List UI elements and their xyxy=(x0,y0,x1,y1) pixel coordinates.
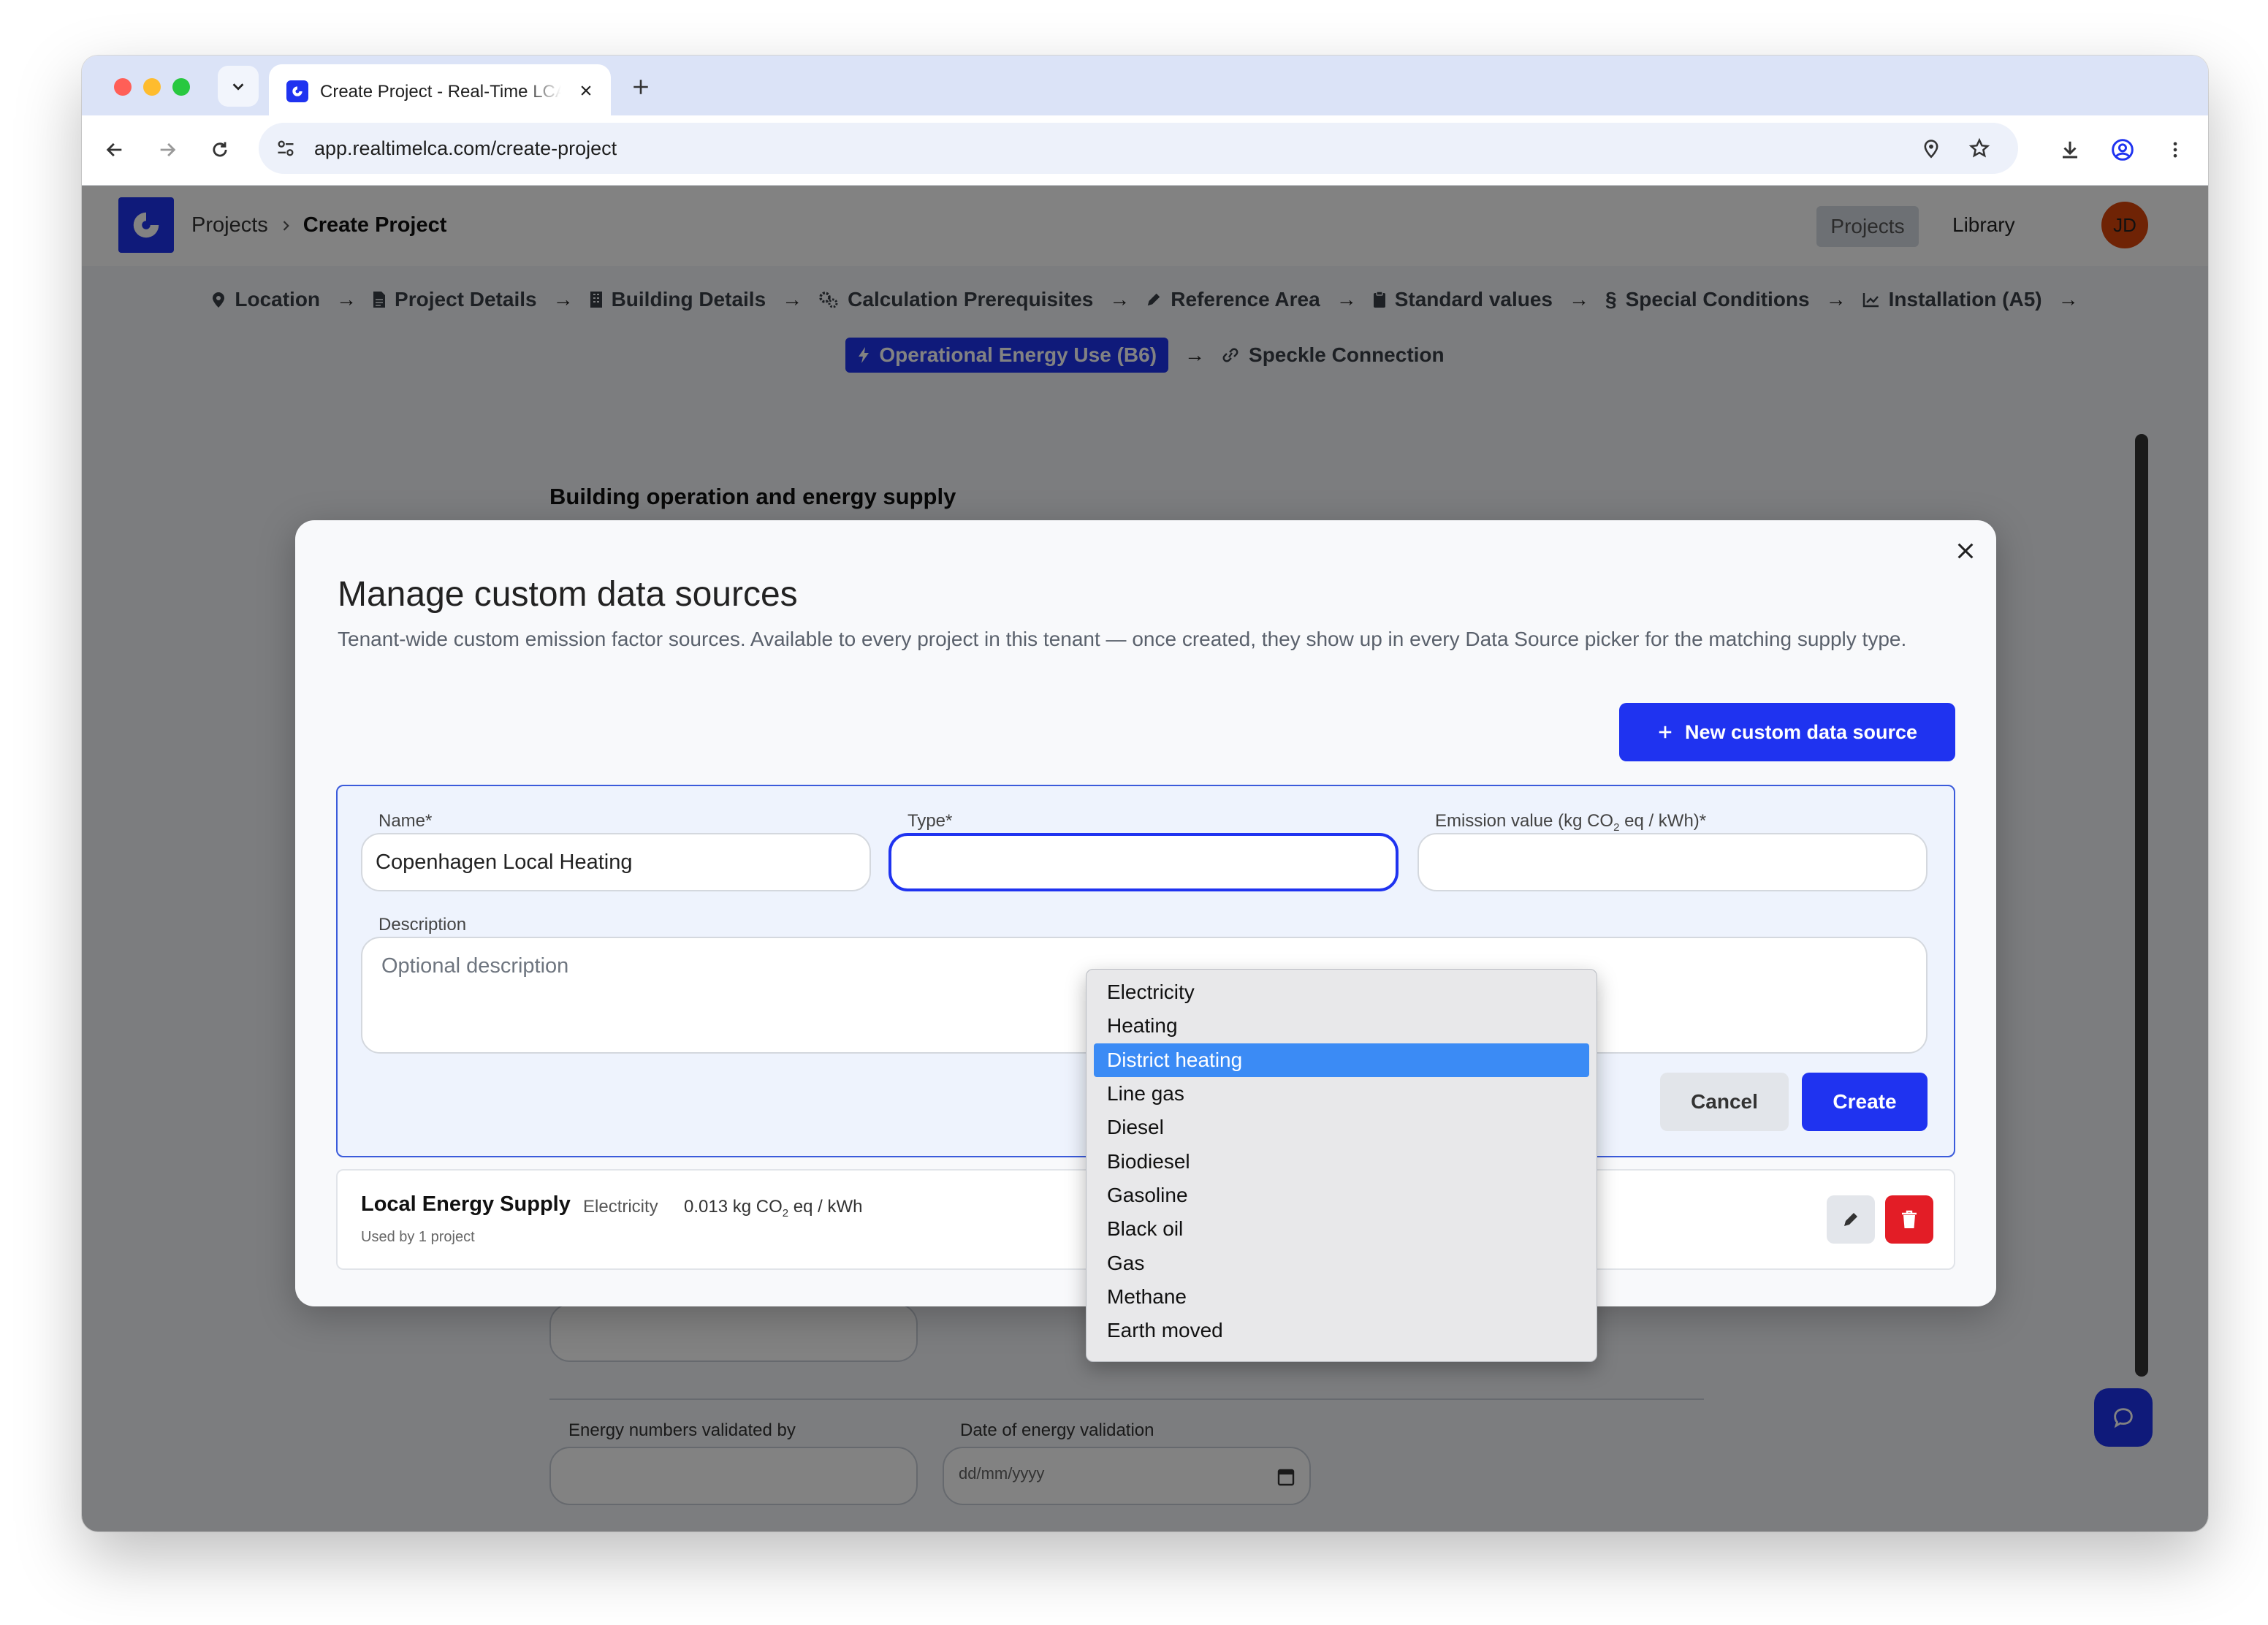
type-option[interactable]: Heating xyxy=(1094,1009,1589,1043)
emission-value-label: Emission value (kg CO2 eq / kWh)* xyxy=(1435,811,1707,834)
source-usage: Used by 1 project xyxy=(361,1229,475,1245)
chevron-down-icon xyxy=(232,83,244,91)
type-option[interactable]: Black oil xyxy=(1094,1212,1589,1246)
type-option[interactable]: Gasoline xyxy=(1094,1179,1589,1212)
browser-menu-button[interactable] xyxy=(2160,134,2191,165)
download-icon xyxy=(2063,141,2077,159)
tab-title: Create Project - Real-Time LCA xyxy=(320,82,561,102)
back-button[interactable] xyxy=(99,134,130,165)
bookmark-button[interactable] xyxy=(1964,133,1995,164)
name-label: Name* xyxy=(378,811,433,831)
browser-toolbar: app.realtimelca.com/create-project xyxy=(82,115,2208,186)
type-option[interactable]: Line gas xyxy=(1094,1077,1589,1111)
new-button-label: New custom data source xyxy=(1684,720,1918,743)
site-info-button[interactable] xyxy=(270,133,301,164)
type-option[interactable]: Gas xyxy=(1094,1246,1589,1279)
source-name: Local Energy Supply xyxy=(361,1192,571,1216)
modal-title: Manage custom data sources xyxy=(338,575,798,614)
downloads-button[interactable] xyxy=(2055,134,2085,165)
name-value: Copenhagen Local Heating xyxy=(376,850,633,874)
location-pin-icon xyxy=(1924,140,1938,159)
type-option[interactable]: Methane xyxy=(1094,1280,1589,1314)
pencil-icon xyxy=(1844,1213,1857,1226)
delete-source-button[interactable] xyxy=(1885,1195,1933,1244)
type-option-highlighted[interactable]: District heating xyxy=(1094,1043,1589,1077)
url-text: app.realtimelca.com/create-project xyxy=(314,137,617,159)
source-emission-value: 0.013 kg CO2 eq / kWh xyxy=(684,1197,863,1219)
profile-button[interactable] xyxy=(2107,134,2138,165)
type-option[interactable]: Earth moved xyxy=(1094,1314,1589,1347)
emission-value-input[interactable] xyxy=(1418,833,1928,891)
site-info-icon xyxy=(278,140,294,156)
edit-source-button[interactable] xyxy=(1827,1195,1875,1244)
type-option[interactable]: Biodiesel xyxy=(1094,1144,1589,1178)
back-icon xyxy=(106,142,122,157)
cancel-button[interactable]: Cancel xyxy=(1660,1073,1789,1131)
forward-button[interactable] xyxy=(152,134,183,165)
name-input[interactable]: Copenhagen Local Heating xyxy=(361,833,871,891)
tab-search-button[interactable] xyxy=(218,66,259,107)
manage-data-sources-modal: Manage custom data sources Tenant-wide c… xyxy=(295,520,1996,1362)
reload-button[interactable] xyxy=(205,134,235,165)
more-vert-icon xyxy=(2173,142,2177,158)
tab-strip: Create Project - Real-Time LCA xyxy=(82,56,2208,115)
type-option[interactable]: Electricity xyxy=(1094,975,1589,1009)
plus-icon xyxy=(633,80,648,94)
close-window-button[interactable] xyxy=(114,78,132,96)
type-label: Type* xyxy=(907,811,953,831)
modal-close-button[interactable] xyxy=(1949,535,1982,567)
forward-icon xyxy=(160,142,176,157)
maximize-window-button[interactable] xyxy=(172,78,190,96)
browser-window: Create Project - Real-Time LCA app.realt… xyxy=(82,56,2208,1531)
description-label: Description xyxy=(378,915,467,935)
type-option[interactable]: Diesel xyxy=(1094,1111,1589,1144)
trash-icon xyxy=(1902,1210,1917,1228)
close-icon xyxy=(581,85,591,96)
description-placeholder: Optional description xyxy=(381,954,569,978)
address-bar[interactable]: app.realtimelca.com/create-project xyxy=(259,123,2018,174)
new-tab-button[interactable] xyxy=(627,73,655,101)
app-favicon-icon xyxy=(286,80,308,102)
browser-tab-active[interactable]: Create Project - Real-Time LCA xyxy=(269,64,611,115)
type-dropdown-list: Electricity Heating District heating Lin… xyxy=(1086,969,1597,1362)
modal-description: Tenant-wide custom emission factor sourc… xyxy=(338,628,1907,650)
minimize-window-button[interactable] xyxy=(143,78,161,96)
reload-icon xyxy=(213,142,227,157)
app-page: Projects Create Project Projects Library… xyxy=(82,186,2208,1531)
location-permission-button[interactable] xyxy=(1916,133,1947,164)
create-button[interactable]: Create xyxy=(1802,1073,1928,1131)
type-select[interactable] xyxy=(888,833,1399,891)
close-icon xyxy=(1957,543,1974,559)
star-icon xyxy=(1968,137,1990,158)
tab-close-button[interactable] xyxy=(576,80,596,101)
source-type: Electricity xyxy=(583,1197,658,1217)
plus-icon xyxy=(1659,726,1672,739)
new-custom-data-source-button[interactable]: New custom data source xyxy=(1619,703,1955,761)
profile-icon xyxy=(2112,139,2134,161)
